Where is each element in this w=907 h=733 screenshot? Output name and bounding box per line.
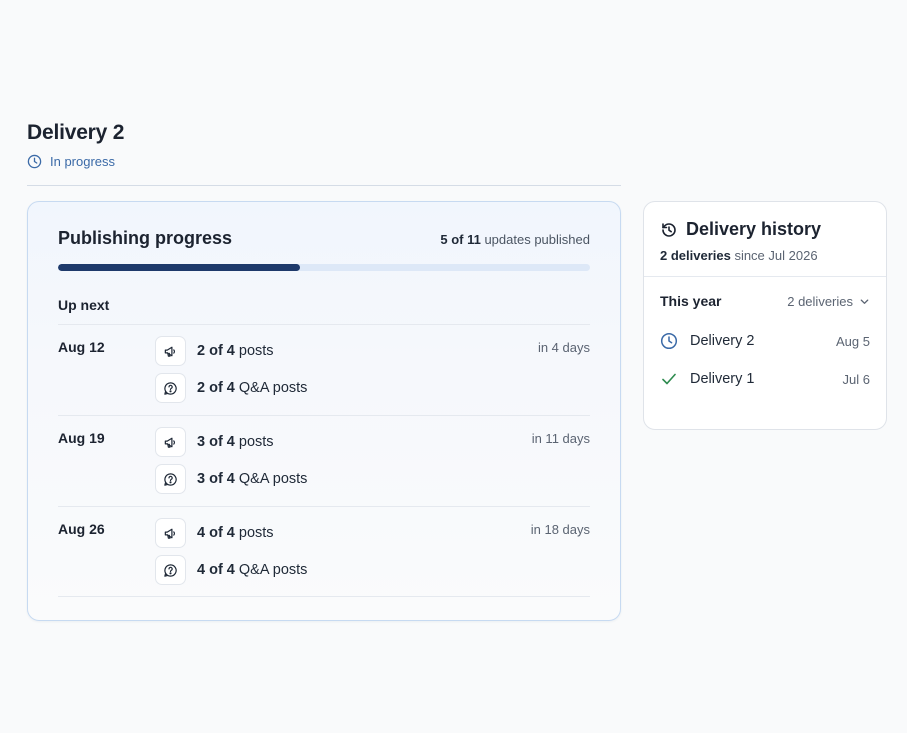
period-label: This year — [660, 293, 722, 309]
history-item-name: Delivery 2 — [690, 333, 755, 349]
megaphone-icon — [155, 336, 186, 366]
schedule-relative-time: in 18 days — [530, 522, 590, 537]
progress-title: Publishing progress — [58, 228, 233, 248]
up-next-label: Up next — [58, 297, 110, 313]
qa-posts-item: 4 of 4 Q&A posts — [155, 555, 307, 585]
question-bubble-icon — [155, 373, 186, 403]
qa-label: Q&A posts — [234, 380, 308, 396]
posts-text: 3 of 4 posts — [197, 434, 274, 450]
published-count-suffix: updates published — [480, 232, 590, 247]
schedule-date: Aug 19 — [58, 430, 105, 446]
question-bubble-icon — [155, 464, 186, 494]
megaphone-icon — [155, 427, 186, 457]
qa-count: 4 of 4 — [197, 562, 235, 578]
schedule-row: Aug 26 in 18 days 4 of 4 posts 4 of 4 Q&… — [58, 506, 590, 597]
posts-text: 2 of 4 posts — [197, 343, 274, 359]
posts-item: 3 of 4 posts — [155, 427, 274, 457]
history-icon — [662, 222, 676, 237]
posts-count: 4 of 4 — [197, 525, 235, 541]
posts-label: posts — [234, 525, 274, 541]
page-title: Delivery 2 — [27, 121, 125, 144]
history-divider — [644, 276, 886, 277]
posts-label: posts — [234, 434, 274, 450]
posts-item: 4 of 4 posts — [155, 518, 274, 548]
schedule-list: Aug 12 in 4 days 2 of 4 posts 2 of 4 Q&A… — [58, 324, 590, 597]
progress-header: Publishing progress 5 of 11 updates publ… — [58, 228, 590, 249]
history-item-name: Delivery 1 — [690, 371, 755, 387]
qa-posts-item: 3 of 4 Q&A posts — [155, 464, 307, 494]
period-toggle[interactable]: 2 deliveries — [787, 294, 870, 309]
qa-text: 2 of 4 Q&A posts — [197, 380, 307, 396]
qa-count: 3 of 4 — [197, 471, 235, 487]
qa-label: Q&A posts — [234, 471, 308, 487]
schedule-relative-time: in 4 days — [537, 340, 590, 355]
schedule-relative-time: in 11 days — [531, 431, 590, 446]
period-group-header[interactable]: This year 2 deliveries — [660, 293, 870, 309]
delivery-header: Delivery 2 In progress — [27, 120, 621, 169]
history-summary-suffix: since Jul 2026 — [730, 248, 818, 263]
qa-text: 4 of 4 Q&A posts — [197, 562, 307, 578]
publishing-progress-card: Publishing progress 5 of 11 updates publ… — [27, 201, 621, 621]
qa-count: 2 of 4 — [197, 380, 235, 396]
header-divider — [27, 185, 621, 186]
history-summary-count: 2 deliveries — [660, 248, 731, 263]
history-summary: 2 deliveries since Jul 2026 — [660, 248, 818, 263]
progress-bar — [58, 264, 590, 271]
status-text: In progress — [50, 154, 116, 169]
progress-bar-fill — [58, 264, 300, 271]
clock-icon — [660, 332, 678, 350]
qa-label: Q&A posts — [234, 562, 308, 578]
history-item-date: Jul 6 — [842, 371, 870, 387]
history-item-date: Aug 5 — [836, 333, 870, 349]
posts-text: 4 of 4 posts — [197, 525, 274, 541]
published-count: 5 of 11 updates published — [440, 232, 590, 247]
delivery-history-card: Delivery history 2 deliveries since Jul … — [643, 201, 887, 430]
period-count: 2 deliveries — [787, 293, 853, 309]
published-count-value: 5 of 11 — [440, 232, 481, 247]
history-header: Delivery history — [660, 219, 821, 240]
schedule-row: Aug 19 in 11 days 3 of 4 posts 3 of 4 Q&… — [58, 415, 590, 506]
qa-posts-item: 2 of 4 Q&A posts — [155, 373, 307, 403]
status-badge: In progress — [27, 154, 621, 169]
posts-count: 2 of 4 — [197, 343, 235, 359]
schedule-date: Aug 26 — [58, 521, 105, 537]
history-item-delivery-2[interactable]: Delivery 2 Aug 5 — [660, 332, 870, 350]
qa-text: 3 of 4 Q&A posts — [197, 471, 307, 487]
megaphone-icon — [155, 518, 186, 548]
posts-label: posts — [234, 343, 274, 359]
schedule-date: Aug 12 — [58, 339, 105, 355]
posts-item: 2 of 4 posts — [155, 336, 274, 366]
history-item-delivery-1[interactable]: Delivery 1 Jul 6 — [660, 370, 870, 388]
posts-count: 3 of 4 — [197, 434, 235, 450]
schedule-row: Aug 12 in 4 days 2 of 4 posts 2 of 4 Q&A… — [58, 324, 590, 415]
check-icon — [662, 373, 676, 385]
clock-icon — [27, 154, 42, 169]
question-bubble-icon — [155, 555, 186, 585]
chevron-down-icon — [860, 298, 869, 304]
history-title: Delivery history — [686, 219, 822, 239]
